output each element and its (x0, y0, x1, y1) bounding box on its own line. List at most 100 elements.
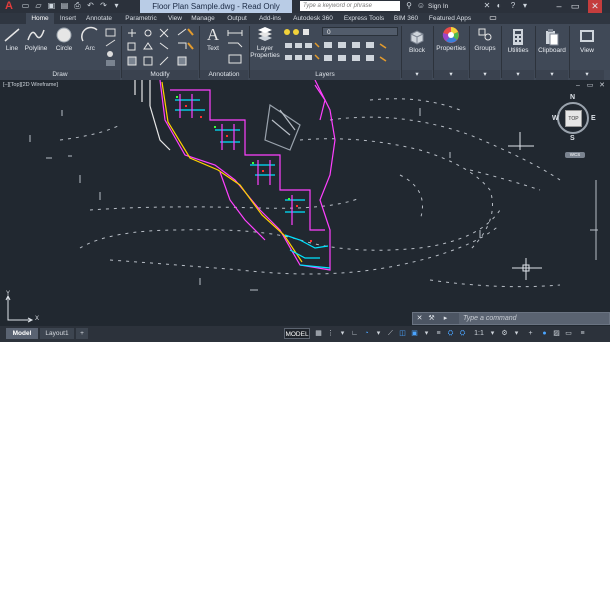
maximize-icon[interactable]: ▭ (568, 0, 582, 13)
open-icon[interactable]: ▱ (33, 1, 44, 11)
utilities-button[interactable]: Utilities (502, 28, 534, 54)
tab-parametric[interactable]: Parametric (120, 13, 162, 24)
user-icon[interactable]: ☺ (416, 1, 426, 11)
viewcube-north[interactable]: N (570, 94, 575, 101)
viewcube-top-face[interactable]: TOP (565, 110, 582, 127)
viewcube-south[interactable]: S (570, 135, 575, 142)
isolate-objects-icon[interactable]: ● (540, 329, 549, 338)
application-menu-button[interactable]: A (2, 1, 16, 12)
dropdown-icon[interactable]: ▾ (111, 1, 122, 11)
tab-bim-360[interactable]: BIM 360 (390, 13, 422, 24)
drawing-viewport[interactable]: [–][Top][2D Wireframe] – ▭ ✕ N S E W (0, 80, 610, 326)
help-dropdown-icon[interactable]: ▾ (520, 1, 530, 11)
annotation-scale-value[interactable]: 1:1 (472, 329, 486, 338)
workspace-gear-icon[interactable]: ⚙ (500, 329, 509, 338)
snap-dropdown-icon[interactable]: ▾ (338, 329, 347, 338)
block-button[interactable]: Block (403, 28, 431, 54)
a360-icon[interactable]: ◐ (494, 1, 504, 11)
viewcube-west[interactable]: W (552, 115, 559, 122)
snap-icon[interactable]: ⋮ (326, 329, 335, 338)
arc-button[interactable]: Arc (80, 26, 100, 52)
command-close-icon[interactable]: ✕ (415, 314, 424, 323)
tab-add-ins[interactable]: Add-ins (254, 13, 286, 24)
groups-dropdown[interactable]: ▾ (470, 70, 500, 80)
osnap-dropdown-icon[interactable]: ▾ (422, 329, 431, 338)
properties-dropdown[interactable]: ▾ (434, 70, 468, 80)
modify-tools-icon[interactable] (126, 27, 196, 69)
polyline-button[interactable]: Polyline (24, 26, 48, 52)
scale-dropdown-icon[interactable]: ▾ (488, 329, 497, 338)
draw-panel-label[interactable]: Draw (0, 70, 120, 80)
lineweight-icon[interactable]: ≡ (434, 329, 443, 338)
line-button[interactable]: Line (2, 26, 22, 52)
viewcube-east[interactable]: E (591, 115, 596, 122)
tab-express-tools[interactable]: Express Tools (340, 13, 388, 24)
model-space-button[interactable]: MODEL (284, 328, 310, 339)
text-button[interactable]: A Text (202, 26, 224, 53)
command-settings-icon[interactable]: ⚒ (427, 314, 436, 323)
annotation-scale-icon[interactable]: ⛭ (458, 329, 467, 338)
tab-autodesk-360[interactable]: Autodesk 360 (288, 13, 338, 24)
minimize-icon[interactable]: – (552, 0, 566, 13)
tab-layout1[interactable]: Layout1 (40, 328, 74, 339)
clean-screen-icon[interactable]: ▭ (564, 329, 573, 338)
draw-small-tools-icon[interactable] (104, 28, 118, 68)
view-dropdown[interactable]: ▾ (570, 70, 604, 80)
tab-annotate[interactable]: Annotate (82, 13, 116, 24)
object-snap-tracking-icon[interactable]: ◫ (398, 329, 407, 338)
tab-home[interactable]: Home (26, 13, 54, 24)
wcs-menu[interactable]: WCS (565, 152, 585, 158)
workspace-dropdown-icon[interactable]: ▾ (512, 329, 521, 338)
saveas-icon[interactable]: ▤ (59, 1, 70, 11)
viewport-minimize-icon[interactable]: – (574, 82, 582, 90)
modify-panel-label[interactable]: Modify (122, 70, 198, 80)
plus-icon[interactable]: + (526, 329, 535, 338)
clipboard-button[interactable]: Clipboard (536, 28, 568, 54)
groups-button[interactable]: Groups (470, 26, 500, 52)
tab-view[interactable]: View (164, 13, 186, 24)
save-icon[interactable]: ▣ (46, 1, 57, 11)
circle-button[interactable]: Circle (52, 26, 76, 52)
block-dropdown[interactable]: ▾ (402, 70, 432, 80)
annotation-panel-label[interactable]: Annotation (200, 70, 248, 80)
annotation-visibility-icon[interactable]: ⛭ (446, 329, 455, 338)
search-input[interactable]: Type a keyword or phrase (300, 1, 400, 11)
tab-output[interactable]: Output (222, 13, 252, 24)
ribbon-toggle-icon[interactable]: ▭ (488, 13, 498, 23)
add-layout-button[interactable]: + (76, 328, 88, 339)
tab-insert[interactable]: Insert (56, 13, 80, 24)
viewport-controls-label[interactable]: [–][Top][2D Wireframe] (3, 82, 58, 88)
redo-icon[interactable]: ↷ (98, 1, 109, 11)
properties-button[interactable]: Properties (434, 26, 468, 52)
grid-icon[interactable]: ▦ (314, 329, 323, 338)
layer-properties-button[interactable]: Layer Properties (250, 26, 280, 59)
viewport-close-icon[interactable]: ✕ (598, 82, 606, 90)
hardware-acceleration-icon[interactable]: ▨ (552, 329, 561, 338)
layers-panel-label[interactable]: Layers (250, 70, 400, 80)
tab-featured-apps[interactable]: Featured Apps (426, 13, 474, 24)
tab-model[interactable]: Model (6, 328, 38, 339)
tab-manage[interactable]: Manage (188, 13, 218, 24)
layer-tools-icons[interactable] (322, 40, 400, 66)
layer-dropdown[interactable]: 0 (322, 27, 398, 36)
polar-dropdown-icon[interactable]: ▾ (374, 329, 383, 338)
object-snap-icon[interactable]: ▣ (410, 329, 419, 338)
close-icon[interactable]: ✕ (588, 0, 602, 13)
dimension-tools-icon[interactable] (226, 27, 246, 67)
viewport-restore-icon[interactable]: ▭ (586, 82, 594, 90)
polar-icon[interactable]: ◔ (362, 329, 371, 338)
customization-icon[interactable]: ≡ (578, 329, 587, 338)
command-history-icon[interactable]: ▸ (441, 314, 450, 323)
view-button[interactable]: View (572, 28, 602, 54)
utilities-dropdown[interactable]: ▾ (502, 70, 534, 80)
clipboard-dropdown[interactable]: ▾ (536, 70, 568, 80)
exchange-icon[interactable]: ✕ (482, 1, 492, 11)
layer-state-icons[interactable] (283, 27, 321, 67)
print-icon[interactable]: ⎙ (72, 1, 83, 11)
undo-icon[interactable]: ↶ (85, 1, 96, 11)
sign-in-button[interactable]: Sign In (428, 0, 448, 13)
help-button[interactable]: ? (508, 1, 518, 11)
isodraft-icon[interactable]: ⟋ (386, 329, 395, 338)
ortho-icon[interactable]: ∟ (350, 329, 359, 338)
new-icon[interactable]: ▭ (20, 1, 31, 11)
